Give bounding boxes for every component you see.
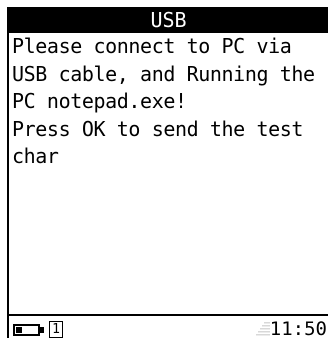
message-line: USB cable, and Running the [12, 61, 315, 86]
status-bar: 1 11:50 [9, 314, 328, 340]
line-indicator: 1 [49, 321, 63, 338]
screen-title: USB [150, 8, 187, 32]
message-line: Please connect to PC via [12, 34, 292, 58]
message-line: PC notepad.exe! [12, 89, 187, 113]
battery-tip [40, 327, 44, 333]
device-screen: USB Please connect to PC via USB cable, … [7, 7, 328, 340]
title-bar: USB [9, 7, 328, 33]
message-line: Press OK to send the test [12, 116, 304, 141]
battery-level-fill [16, 327, 22, 333]
clock: 11:50 [269, 318, 327, 340]
message-line: char [12, 144, 59, 168]
message-area: Please connect to PC via USB cable, and … [12, 33, 328, 316]
battery-icon [13, 324, 40, 336]
